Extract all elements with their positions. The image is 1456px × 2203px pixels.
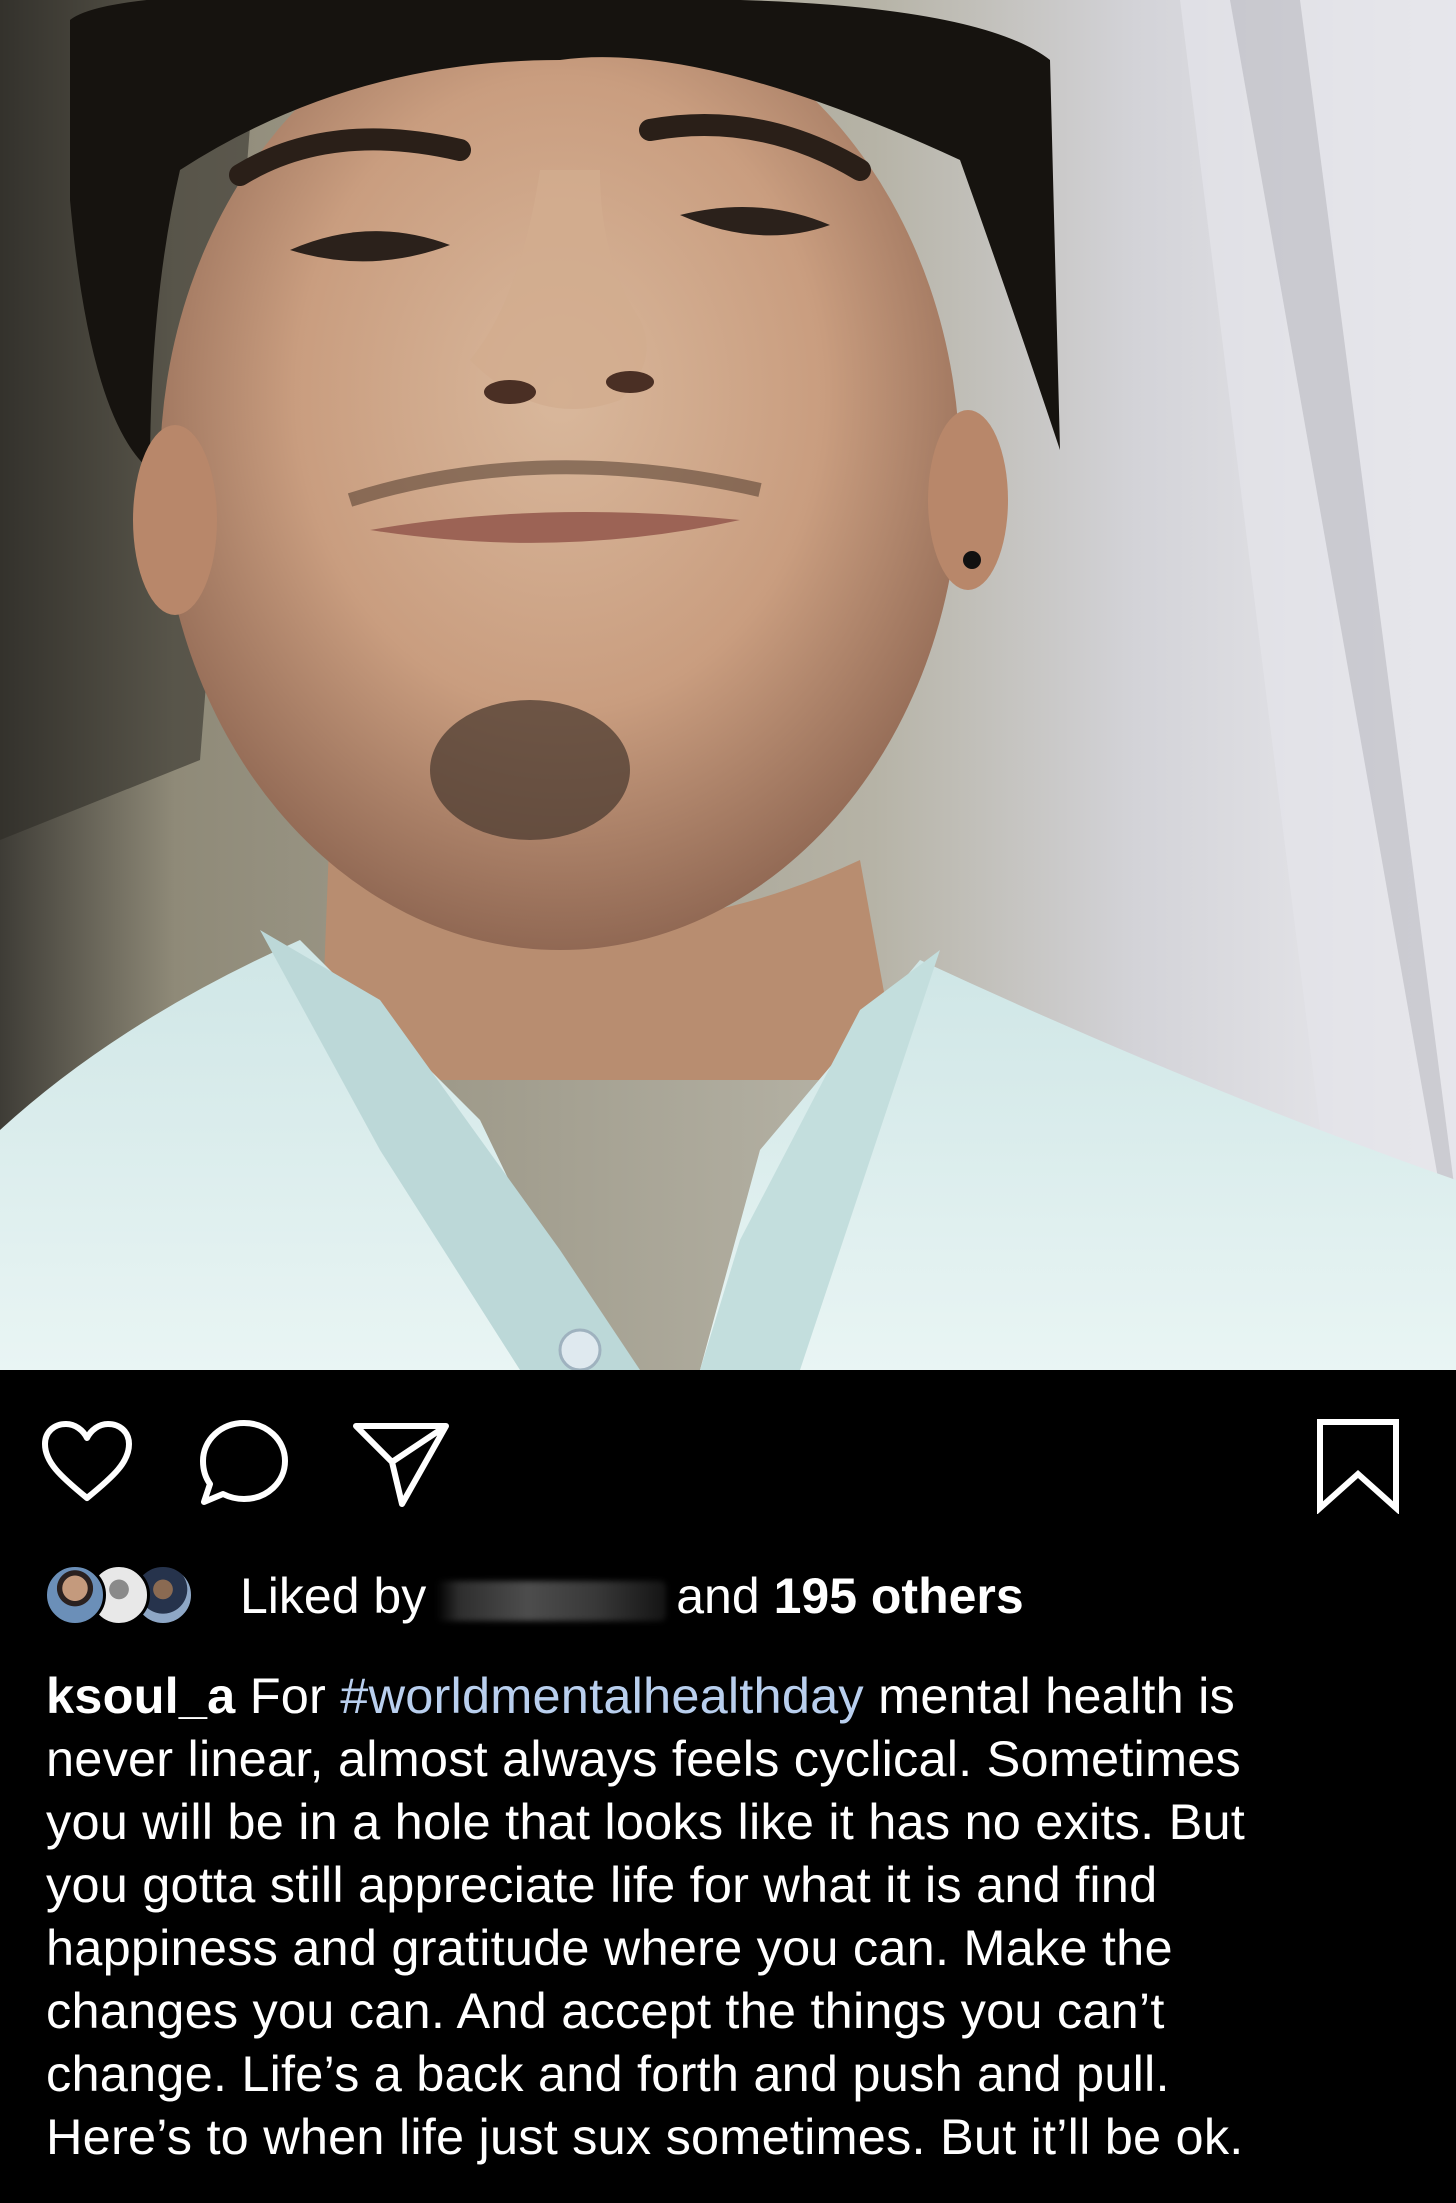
avatar — [44, 1564, 106, 1626]
liker-avatars — [44, 1560, 220, 1632]
selfie-illustration — [0, 0, 1456, 1370]
comment-icon — [200, 1420, 288, 1505]
likes-row[interactable]: Liked by and 195 others — [44, 1560, 1424, 1632]
caption-text: mental health is — [878, 1667, 1235, 1724]
post-caption: ksoul_a For #worldmentalhealthday mental… — [46, 1664, 1426, 2168]
post-photo[interactable] — [0, 0, 1456, 1370]
likes-count[interactable]: 195 others — [774, 1568, 1024, 1624]
caption-text-before: For — [249, 1667, 327, 1724]
comment-button[interactable] — [198, 1418, 290, 1508]
caption-line: happiness and gratitude where you can. M… — [46, 1919, 1173, 1976]
likes-connector: and — [676, 1568, 760, 1624]
post-action-bar — [0, 1370, 1456, 1550]
caption-line: changes you can. And accept the things y… — [46, 1982, 1165, 2039]
heart-icon — [42, 1421, 132, 1501]
caption-hashtag[interactable]: #worldmentalhealthday — [340, 1667, 864, 1724]
share-button[interactable] — [352, 1422, 450, 1508]
like-button[interactable] — [40, 1420, 134, 1504]
caption-line: Here’s to when life just sux sometimes. … — [46, 2108, 1244, 2165]
redacted-username — [436, 1581, 667, 1621]
caption-line: ksoul_a For #worldmentalhealthday mental… — [46, 1664, 1426, 1727]
caption-line: change. Life’s a back and forth and push… — [46, 2045, 1170, 2102]
caption-username[interactable]: ksoul_a — [46, 1667, 235, 1724]
likes-prefix: Liked by — [240, 1568, 427, 1624]
likes-summary: Liked by and 195 others — [240, 1560, 1024, 1632]
bookmark-icon — [1317, 1419, 1399, 1514]
save-button[interactable] — [1316, 1418, 1400, 1514]
share-icon — [353, 1423, 449, 1507]
caption-line: you will be in a hole that looks like it… — [46, 1793, 1245, 1850]
caption-line: never linear, almost always feels cyclic… — [46, 1730, 1241, 1787]
caption-line: you gotta still appreciate life for what… — [46, 1856, 1158, 1913]
